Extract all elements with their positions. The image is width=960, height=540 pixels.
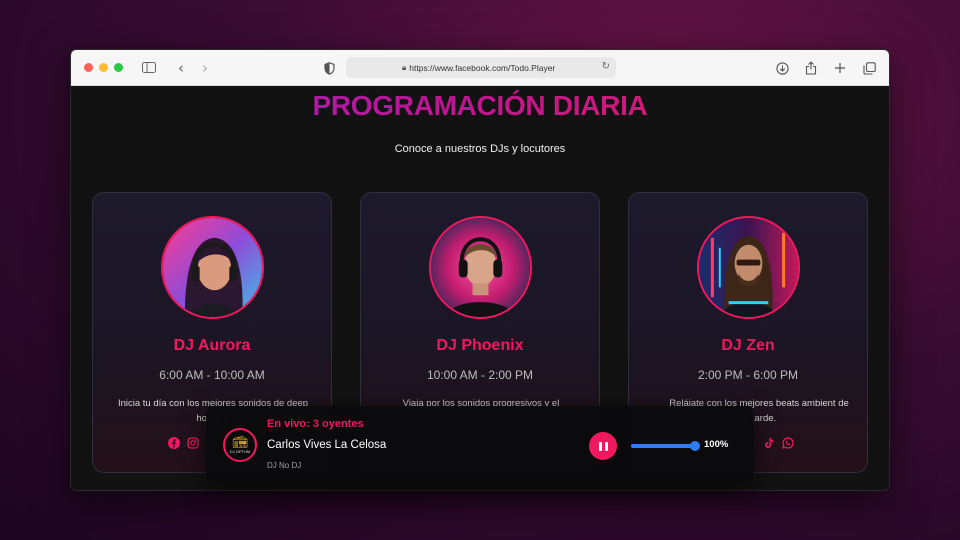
dj-avatar-phoenix	[429, 216, 532, 319]
live-listeners-status: En vivo: 3 oyentes	[267, 418, 364, 430]
dj-name: DJ Phoenix	[436, 337, 524, 354]
lock-icon: 🔒︎	[402, 62, 407, 72]
minimize-window-button[interactable]	[99, 63, 108, 72]
address-bar[interactable]: 🔒︎ https://www.facebook.com/Todo.Player …	[346, 57, 616, 78]
chevron-left-icon[interactable]: ‹	[173, 59, 189, 77]
toolbar-actions	[774, 60, 877, 76]
instagram-icon[interactable]	[187, 437, 199, 449]
tabs-icon[interactable]	[861, 60, 877, 76]
now-playing-title: Carlos Vives La Celosa	[267, 439, 387, 451]
browser-toolbar: ‹ › 🔒︎ https://www.facebook.com/Todo.Pla…	[71, 50, 889, 86]
sidebar-icon[interactable]	[141, 60, 157, 76]
dj-schedule: 10:00 AM - 2:00 PM	[426, 368, 534, 382]
shield-icon[interactable]	[321, 60, 337, 76]
volume-value: 100%	[704, 439, 729, 450]
dj-schedule: 6:00 AM - 10:00 AM	[159, 368, 265, 382]
reload-icon[interactable]: ↻	[602, 61, 610, 72]
radio-player: 📻︎ DJ OPTUM En vivo: 3 oyentes Carlos Vi…	[206, 406, 754, 483]
maximize-window-button[interactable]	[114, 63, 123, 72]
page-subtitle: Conoce a nuestros DJs y locutores	[394, 143, 566, 155]
dj-avatar-zen	[697, 216, 800, 319]
close-window-button[interactable]	[84, 63, 93, 72]
radio-icon: 📻︎	[232, 435, 248, 449]
volume-thumb[interactable]	[690, 441, 700, 451]
station-logo-text: DJ OPTUM	[229, 449, 251, 454]
dj-avatar-aurora	[161, 216, 264, 319]
share-icon[interactable]	[803, 60, 819, 76]
plus-icon[interactable]	[832, 60, 848, 76]
pause-icon	[598, 441, 608, 451]
dj-name: DJ Zen	[721, 337, 775, 354]
station-logo: 📻︎ DJ OPTUM	[223, 428, 257, 462]
whatsapp-icon[interactable]	[782, 437, 794, 449]
volume-slider[interactable]	[631, 441, 700, 451]
dj-schedule: 2:00 PM - 6:00 PM	[697, 368, 799, 382]
pause-button[interactable]	[589, 432, 617, 460]
url-text: https://www.facebook.com/Todo.Player	[409, 62, 556, 73]
dj-name: DJ Aurora	[173, 337, 251, 354]
tiktok-icon[interactable]	[763, 437, 775, 449]
now-playing-dj: DJ No DJ	[267, 461, 302, 470]
download-icon[interactable]	[774, 60, 790, 76]
volume-fill	[631, 444, 695, 448]
page-title: PROGRAMACIÓN DIARIA	[71, 90, 889, 122]
window-controls	[84, 63, 123, 72]
facebook-icon[interactable]	[168, 437, 180, 449]
chevron-right-icon[interactable]: ›	[197, 59, 213, 77]
